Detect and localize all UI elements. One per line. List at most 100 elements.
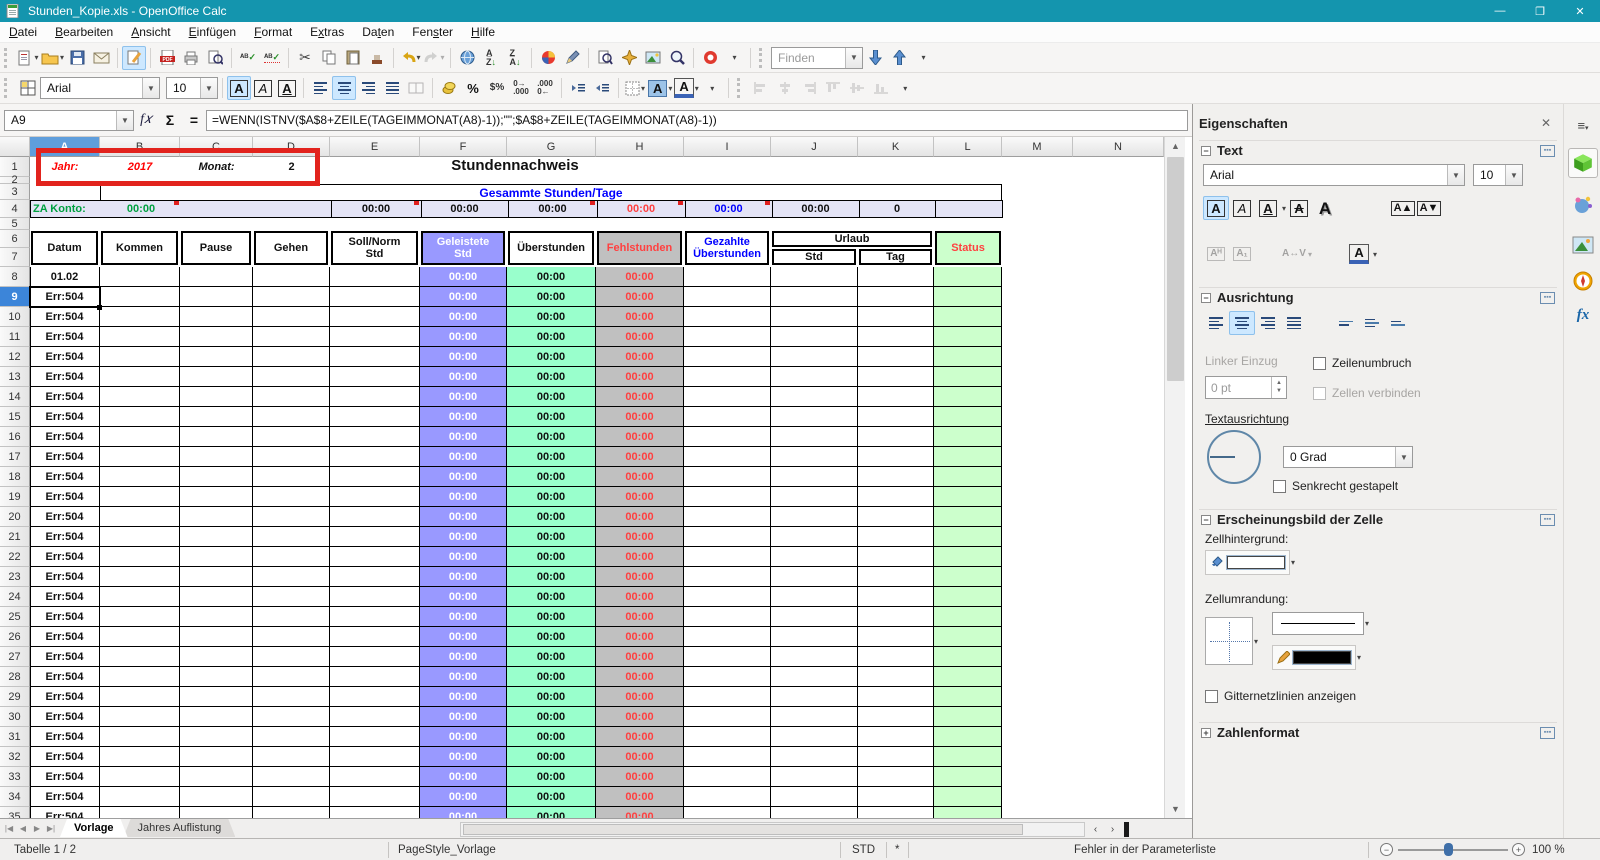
zoom-level[interactable]: 100 % — [1532, 839, 1565, 860]
cell-E29[interactable] — [330, 687, 420, 707]
cell-E15[interactable] — [330, 407, 420, 427]
cell-L25[interactable] — [934, 607, 1002, 627]
cell-H16[interactable]: 00:00 — [596, 427, 684, 447]
sidebar-underline-button[interactable]: A — [1255, 196, 1281, 220]
cell-B19[interactable] — [100, 487, 180, 507]
cell-G16[interactable]: 00:00 — [507, 427, 596, 447]
format-paintbrush-button[interactable] — [365, 46, 389, 70]
cell-D33[interactable] — [253, 767, 330, 787]
cell-L22[interactable] — [934, 547, 1002, 567]
cell-H28[interactable]: 00:00 — [596, 667, 684, 687]
cell-E9[interactable] — [330, 287, 420, 307]
cell-appearance-dialog-launcher-icon[interactable]: ▪▪▪ — [1540, 513, 1555, 526]
cell-K16[interactable] — [858, 427, 934, 447]
header-pause[interactable]: Pause — [181, 231, 251, 265]
header-status[interactable]: Status — [935, 231, 1001, 265]
cell-K27[interactable] — [858, 647, 934, 667]
cell-F24[interactable]: 00:00 — [420, 587, 507, 607]
section-cell-appearance[interactable]: − Erscheinungsbild der Zelle ▪▪▪ — [1199, 509, 1557, 529]
cell-G13[interactable]: 00:00 — [507, 367, 596, 387]
cell-A4[interactable]: ZA Konto: — [33, 201, 99, 217]
cell-H13[interactable]: 00:00 — [596, 367, 684, 387]
cell-F20[interactable]: 00:00 — [420, 507, 507, 527]
cell-C15[interactable] — [180, 407, 253, 427]
cell-J32[interactable] — [771, 747, 858, 767]
background-color-dropdown-arrow[interactable]: ▾ — [1291, 558, 1295, 567]
cell-L13[interactable] — [934, 367, 1002, 387]
cell-H15[interactable]: 00:00 — [596, 407, 684, 427]
header-gezahlte-ueberstunden[interactable]: Gezahlte Überstunden — [685, 231, 769, 265]
cell-I24[interactable] — [684, 587, 771, 607]
new-document-button[interactable]: ▾ — [16, 46, 40, 70]
cell-K23[interactable] — [858, 567, 934, 587]
cell-I21[interactable] — [684, 527, 771, 547]
cell-L33[interactable] — [934, 767, 1002, 787]
cell-F34[interactable]: 00:00 — [420, 787, 507, 807]
cell-C24[interactable] — [180, 587, 253, 607]
cell-C27[interactable] — [180, 647, 253, 667]
cell-B28[interactable] — [100, 667, 180, 687]
cell-H32[interactable]: 00:00 — [596, 747, 684, 767]
cell-I14[interactable] — [684, 387, 771, 407]
header-urlaub-std[interactable]: Std — [772, 249, 856, 265]
cell-E28[interactable] — [330, 667, 420, 687]
cell-L34[interactable] — [934, 787, 1002, 807]
cell-G17[interactable]: 00:00 — [507, 447, 596, 467]
cell-K15[interactable] — [858, 407, 934, 427]
cell-F30[interactable]: 00:00 — [420, 707, 507, 727]
cell-J30[interactable] — [771, 707, 858, 727]
cell-K13[interactable] — [858, 367, 934, 387]
cell-H24[interactable]: 00:00 — [596, 587, 684, 607]
cell-C13[interactable] — [180, 367, 253, 387]
cell-D10[interactable] — [253, 307, 330, 327]
cell-J20[interactable] — [771, 507, 858, 527]
cell-I31[interactable] — [684, 727, 771, 747]
cell-F31[interactable]: 00:00 — [420, 727, 507, 747]
cell-J25[interactable] — [771, 607, 858, 627]
align-bottom-button[interactable] — [1385, 311, 1411, 335]
cell-C25[interactable] — [180, 607, 253, 627]
cell-K34[interactable] — [858, 787, 934, 807]
cell-G35[interactable]: 00:00 — [507, 807, 596, 818]
menu-datei[interactable]: Datei — [0, 23, 46, 41]
cell-F10[interactable]: 00:00 — [420, 307, 507, 327]
row-header-5[interactable]: 5 — [0, 218, 30, 230]
cell-E22[interactable] — [330, 547, 420, 567]
cell-B22[interactable] — [100, 547, 180, 567]
cell-A22[interactable]: Err:504 — [30, 547, 100, 567]
sidebar-properties-icon[interactable] — [1568, 148, 1598, 178]
sidebar-font-size-combobox[interactable]: 10 ▼ — [1473, 164, 1523, 186]
cell-D14[interactable] — [253, 387, 330, 407]
cell-D32[interactable] — [253, 747, 330, 767]
cell-J35[interactable] — [771, 807, 858, 818]
cell-K17[interactable] — [858, 447, 934, 467]
cell-G19[interactable]: 00:00 — [507, 487, 596, 507]
object-align-center-button[interactable] — [773, 76, 797, 100]
cell-G29[interactable]: 00:00 — [507, 687, 596, 707]
cell-I28[interactable] — [684, 667, 771, 687]
column-header-A[interactable]: A — [30, 137, 100, 157]
cell-J14[interactable] — [771, 387, 858, 407]
cell-G20[interactable]: 00:00 — [507, 507, 596, 527]
cell-I20[interactable] — [684, 507, 771, 527]
cell-background-color-button[interactable] — [1205, 550, 1290, 575]
formatting-toolbar-options-button[interactable]: ▾ — [700, 76, 724, 100]
sidebar-menu-icon[interactable]: ≡▾ — [1568, 110, 1598, 140]
cell-E17[interactable] — [330, 447, 420, 467]
zoom-slider-track[interactable] — [1398, 849, 1508, 851]
cell-A24[interactable]: Err:504 — [30, 587, 100, 607]
cell-H33[interactable]: 00:00 — [596, 767, 684, 787]
cell-J17[interactable] — [771, 447, 858, 467]
column-header-K[interactable]: K — [858, 137, 934, 157]
cell-I8[interactable] — [684, 267, 771, 287]
cell-D12[interactable] — [253, 347, 330, 367]
align-center-button[interactable] — [332, 76, 356, 100]
zoom-slider-thumb[interactable] — [1444, 843, 1453, 856]
cell-L10[interactable] — [934, 307, 1002, 327]
cell-H30[interactable]: 00:00 — [596, 707, 684, 727]
header-geleistete-std[interactable]: Geleistete Std — [421, 231, 505, 265]
window-split-handle[interactable] — [1124, 822, 1129, 837]
hyperlink-button[interactable] — [455, 46, 479, 70]
cell-H25[interactable]: 00:00 — [596, 607, 684, 627]
cell-border-picker[interactable] — [1205, 617, 1253, 665]
